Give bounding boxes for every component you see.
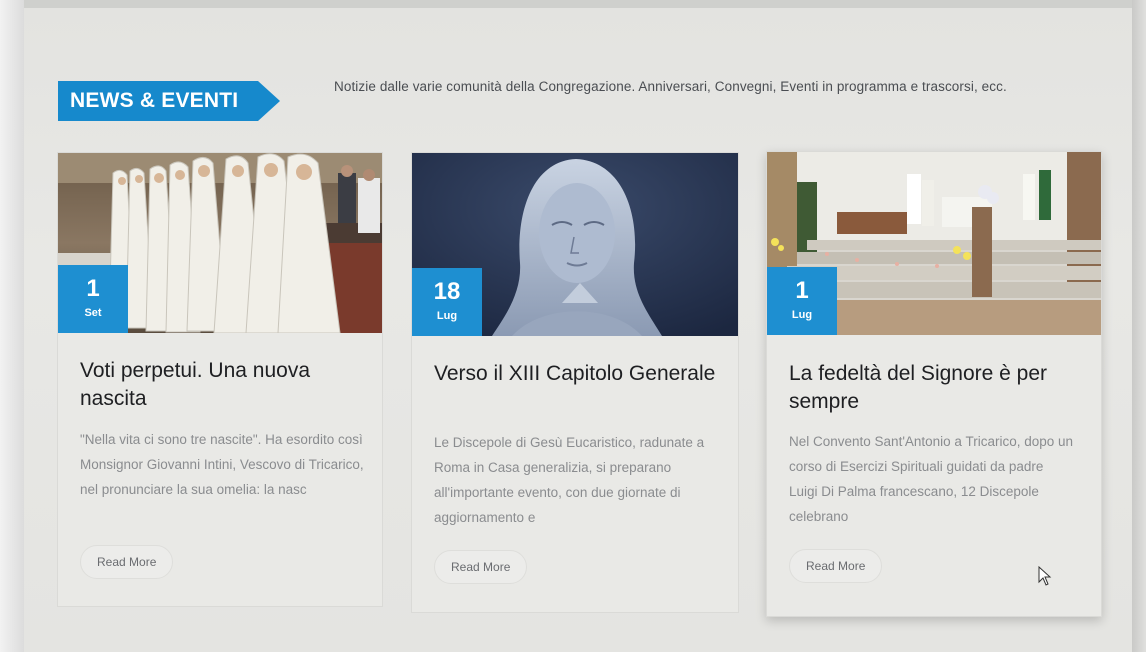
- news-card-title[interactable]: Voti perpetui. Una nuova nascita: [80, 357, 370, 413]
- read-more-button[interactable]: Read More: [80, 545, 174, 579]
- news-card-image[interactable]: 1 Set: [58, 153, 382, 333]
- read-more-button[interactable]: Read More: [789, 549, 883, 583]
- news-card-title[interactable]: La fedeltà del Signore è per sempre: [789, 360, 1079, 416]
- date-month: Lug: [791, 309, 813, 321]
- date-day: 1: [86, 275, 100, 302]
- news-card-image[interactable]: 18 Lug: [412, 153, 738, 336]
- date-month: Set: [84, 307, 102, 319]
- date-badge: 1 Set: [58, 265, 128, 333]
- date-badge: 18 Lug: [412, 268, 482, 336]
- news-card-image[interactable]: 1 Lug: [767, 152, 1101, 335]
- section-description: Notizie dalle varie comunità della Congr…: [334, 79, 1007, 94]
- news-card-title[interactable]: Verso il XIII Capitolo Generale: [434, 360, 724, 388]
- news-card-excerpt: Nel Convento Sant'Antonio a Tricarico, d…: [789, 434, 1074, 524]
- monitor-bezel-right: [1132, 0, 1146, 652]
- news-card-excerpt: Le Discepole di Gesù Eucaristico, raduna…: [434, 435, 705, 525]
- read-more-button[interactable]: Read More: [434, 550, 528, 584]
- date-badge: 1 Lug: [767, 267, 837, 335]
- mouse-pointer-icon: [1038, 566, 1052, 586]
- news-card[interactable]: 18 Lug Verso il XIII Capitolo Generale L…: [411, 152, 739, 613]
- news-card[interactable]: 1 Lug La fedeltà del Signore è per sempr…: [766, 151, 1102, 617]
- date-month: Lug: [436, 310, 458, 322]
- date-day: 18: [433, 278, 461, 305]
- news-card[interactable]: 1 Set Voti perpetui. Una nuova nascita "…: [57, 152, 383, 607]
- date-day: 1: [795, 277, 809, 304]
- news-card-excerpt: "Nella vita ci sono tre nascite". Ha eso…: [80, 432, 364, 497]
- section-title-tag: NEWS & EVENTI: [58, 81, 280, 121]
- monitor-bezel-left: [0, 0, 24, 652]
